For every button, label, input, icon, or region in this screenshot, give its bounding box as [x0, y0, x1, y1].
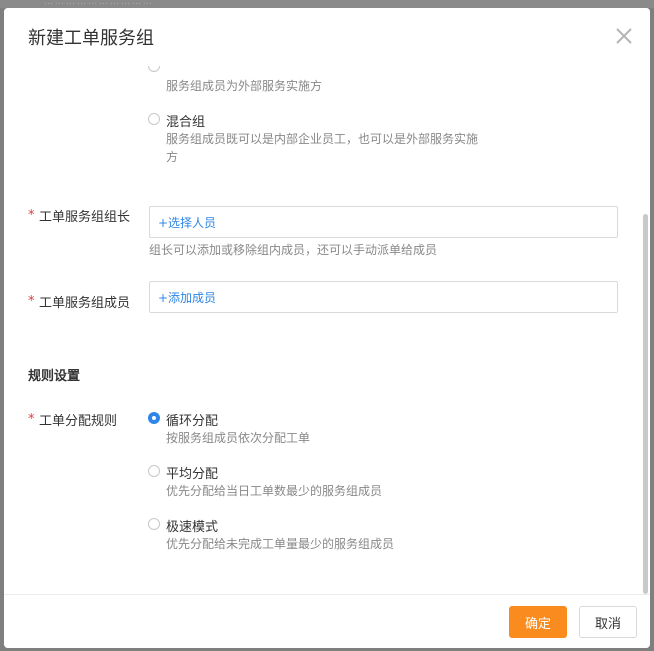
radio-external[interactable] [148, 66, 160, 72]
option-label: 平均分配 [166, 467, 219, 482]
option-desc: 按服务组成员依次分配工单 [166, 431, 311, 445]
add-member-link[interactable]: +添加成员 [158, 289, 216, 306]
radio-average[interactable] [148, 465, 160, 477]
background-overlay: ………………………… [0, 0, 654, 8]
select-person-link[interactable]: +选择人员 [158, 214, 216, 231]
option-desc: 优先分配给未完成工单量最少的服务组成员 [166, 537, 395, 551]
required-mark: * [28, 294, 35, 309]
dialog-title: 新建工单服务组 [28, 28, 154, 49]
dialog-scrollbar[interactable] [643, 214, 648, 594]
option-desc: 优先分配给当日工单数最少的服务组成员 [166, 484, 383, 498]
confirm-button[interactable]: 确定 [509, 606, 567, 638]
assign-rule-label: 工单分配规则 [39, 414, 118, 429]
radio-mixed[interactable] [148, 113, 160, 125]
option-label: 混合组 [166, 115, 206, 130]
option-desc: 服务组成员为外部服务实施方 [166, 79, 323, 93]
leader-hint: 组长可以添加或移除组内成员，还可以手动派单给成员 [149, 243, 438, 257]
option-desc: 服务组成员既可以是内部企业员工，也可以是外部服务实施方 [166, 132, 479, 164]
close-button[interactable] [612, 24, 636, 48]
leader-label: 工单服务组组长 [39, 210, 131, 225]
radio-fast-mode[interactable] [148, 518, 160, 530]
members-select-input[interactable]: +添加成员 [149, 281, 618, 313]
background-text: ………………………… [44, 0, 154, 7]
cancel-button[interactable]: 取消 [579, 606, 637, 638]
dialog-body: 服务组成员为外部服务实施方 混合组 服务组成员既可以是内部企业员工，也可以是外部… [4, 66, 650, 594]
dialog-footer: 确定 取消 [4, 594, 650, 648]
required-mark: * [28, 208, 35, 223]
radio-round-robin[interactable] [148, 412, 160, 424]
required-mark: * [28, 412, 35, 427]
option-label: 循环分配 [166, 414, 219, 429]
option-label: 极速模式 [166, 520, 219, 535]
members-label: 工单服务组成员 [39, 296, 131, 311]
dialog-header: 新建工单服务组 [4, 8, 650, 66]
close-icon [616, 28, 632, 44]
leader-select-input[interactable]: +选择人员 [149, 206, 618, 238]
new-service-group-dialog: 新建工单服务组 服务组成员为外部服务实施方 混合组 服务组成员既可以是内部企业员… [4, 8, 650, 648]
rules-section-title: 规则设置 [28, 369, 81, 384]
